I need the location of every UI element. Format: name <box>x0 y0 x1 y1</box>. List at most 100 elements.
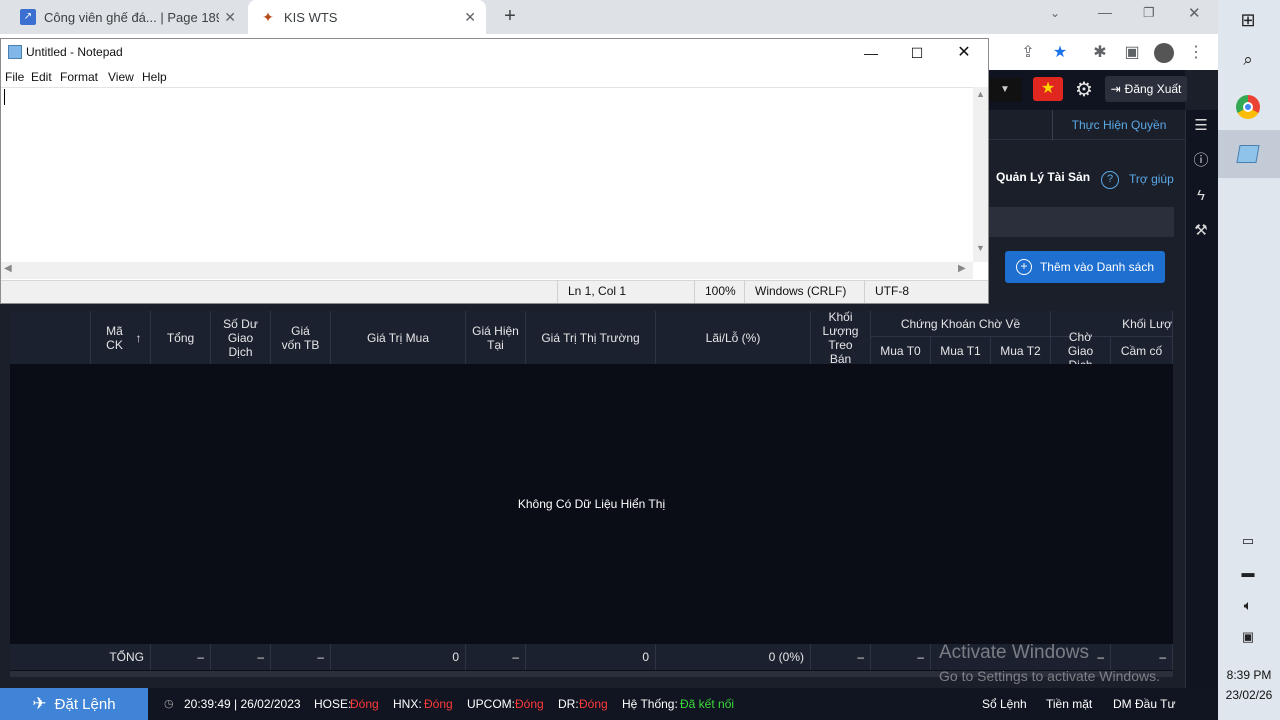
encoding: UTF-8 <box>864 280 974 303</box>
footer-mua-t0: – <box>871 644 931 670</box>
upcom-status: Đóng <box>515 697 544 711</box>
text-caret <box>4 89 5 105</box>
runner-icon: ✈ <box>32 694 47 713</box>
notepad-icon[interactable] <box>1233 140 1263 170</box>
battery-icon[interactable]: ▭ <box>1233 526 1263 556</box>
order-book-link[interactable]: Sổ Lệnh <box>982 688 1027 720</box>
chrome-icon[interactable] <box>1233 92 1263 122</box>
close-window-icon[interactable]: ✕ <box>1188 4 1201 22</box>
lightning-icon[interactable]: ϟ <box>1190 185 1212 207</box>
minimize-icon[interactable]: — <box>848 40 894 66</box>
browser-tab-kis[interactable]: ✦ KIS WTS ✕ <box>248 0 486 34</box>
scroll-down-icon[interactable]: ▼ <box>973 243 988 253</box>
scroll-right-icon[interactable]: ▶ <box>958 263 966 274</box>
col-cho-giao-dich: Chờ Giao Dịch <box>1051 330 1111 372</box>
gavel-icon[interactable]: ⚒ <box>1190 220 1212 242</box>
list-icon[interactable]: ☰ <box>1190 115 1212 137</box>
col-gia-hien-tai: Giá Hiện Tại <box>466 311 526 364</box>
col-gia-von: Giá vốn TB <box>271 311 331 364</box>
asset-management-link[interactable]: Quản Lý Tài Sản <box>996 170 1090 184</box>
panel-strip <box>988 207 1174 237</box>
line-ending: Windows (CRLF) <box>744 280 864 303</box>
extensions-icon[interactable]: ✱ <box>1090 43 1110 63</box>
menu-format[interactable]: Format <box>60 70 98 84</box>
horizontal-scrollbar[interactable]: ◀ ▶ <box>1 262 973 279</box>
cash-link[interactable]: Tiền mặt <box>1046 688 1092 720</box>
info-icon[interactable]: ⓘ <box>1190 150 1212 172</box>
col-gia-tri-thi-truong: Giá Trị Thị Trường <box>526 311 656 364</box>
sort-up-icon[interactable]: ↑ <box>136 331 142 345</box>
chevron-down-icon[interactable]: ▼ <box>988 78 1022 102</box>
status-bar <box>0 688 1218 720</box>
close-icon[interactable]: ✕ <box>224 9 236 26</box>
col-mua-t0: Mua T0 <box>871 337 931 364</box>
place-order-label: Đặt Lệnh <box>54 695 116 713</box>
zoom-level: 100% <box>694 280 744 303</box>
tab-title: KIS WTS <box>284 9 338 25</box>
notepad-icon <box>8 45 22 59</box>
add-to-list-label: Thêm vào Danh sách <box>1039 260 1155 274</box>
browser-tab-forum[interactable]: ↗ Công viên ghế đá... | Page 189 | D ✕ <box>8 0 246 34</box>
menu-edit[interactable]: Edit <box>31 70 52 84</box>
logout-button[interactable]: ⇥ Đăng Xuất <box>1105 76 1187 102</box>
vertical-scrollbar[interactable]: ▲ ▼ <box>973 87 988 262</box>
menu-view[interactable]: View <box>108 70 134 84</box>
logout-label: Đăng Xuất <box>1124 82 1182 96</box>
share-icon[interactable]: ⇪ <box>1018 43 1038 63</box>
bookmark-star-icon[interactable]: ★ <box>1050 43 1070 63</box>
footer-gia-von: – <box>271 644 331 670</box>
chart-icon: ↗ <box>20 9 36 25</box>
close-icon[interactable]: ✕ <box>941 40 987 66</box>
footer-lai-lo: 0 (0%) <box>656 644 811 670</box>
profile-avatar[interactable] <box>1154 43 1174 63</box>
windows-start-icon[interactable]: ⊞ <box>1233 5 1263 35</box>
menu-help[interactable]: Help <box>142 70 167 84</box>
network-icon[interactable]: ▣ <box>1233 622 1263 652</box>
chevron-down-icon[interactable]: ⌄ <box>1050 6 1060 20</box>
more-menu-icon[interactable]: ⋮ <box>1186 43 1206 63</box>
dr-label: DR: <box>558 697 579 711</box>
place-order-button[interactable]: ✈ Đặt Lệnh <box>0 688 148 720</box>
gear-icon[interactable]: ⚙ <box>1072 78 1096 102</box>
hnx-label: HNX: <box>393 697 422 711</box>
maximize-icon[interactable]: ☐ <box>894 40 940 66</box>
volume-icon[interactable]: 🔈︎ <box>1233 590 1263 620</box>
minimize-icon[interactable]: — <box>1098 4 1112 20</box>
col-so-du: Số Dư Giao Dịch <box>211 311 271 364</box>
vietnam-flag-icon[interactable]: ★ <box>1033 77 1063 101</box>
plus-circle-icon: + <box>1015 259 1032 275</box>
footer-tong: – <box>151 644 211 670</box>
footer-so-du: – <box>211 644 271 670</box>
system-label: Hệ Thống: <box>622 697 678 711</box>
empty-text: Không Có Dữ Liệu Hiển Thị <box>517 497 666 511</box>
close-icon[interactable]: ✕ <box>464 9 476 26</box>
restore-icon[interactable]: ❐ <box>1143 5 1155 21</box>
dr-status: Đóng <box>579 697 608 711</box>
taskbar-date[interactable]: 23/02/26 <box>1218 688 1280 702</box>
col-lai-lo: Lãi/Lỗ (%) <box>656 311 811 364</box>
notepad-text-area[interactable] <box>1 87 974 262</box>
col-blank <box>10 311 91 364</box>
add-to-list-button[interactable]: + Thêm vào Danh sách <box>1005 251 1165 283</box>
portfolio-link[interactable]: DM Đầu Tư <box>1113 688 1176 720</box>
scroll-up-icon[interactable]: ▲ <box>973 89 988 99</box>
footer-kl-treo-ban: – <box>811 644 871 670</box>
help-link[interactable]: Trợ giúp <box>1129 172 1174 186</box>
menu-file[interactable]: File <box>5 70 24 84</box>
hose-status: Đóng <box>350 697 379 711</box>
footer-cam-co: – <box>1111 644 1173 670</box>
col-group-ck-cho-ve: Chứng Khoán Chờ Về <box>871 311 1051 337</box>
logout-icon: ⇥ <box>1110 82 1121 96</box>
tab-thuc-hien-quyen[interactable]: Thực Hiện Quyền <box>1052 110 1185 140</box>
display-icon[interactable]: ▬ <box>1233 558 1263 588</box>
col-kl-treo-ban: Khối Lượng Treo Bán <box>811 310 871 366</box>
scroll-left-icon[interactable]: ◀ <box>4 263 12 274</box>
col-mua-t2: Mua T2 <box>991 337 1051 364</box>
new-tab-button[interactable]: + <box>500 4 520 28</box>
col-ma-ck[interactable]: Mã CK ↑ <box>91 311 151 364</box>
help-icon[interactable]: ? <box>1101 171 1119 189</box>
side-panel-icon[interactable]: ▣ <box>1122 43 1142 63</box>
tab-title: Công viên ghế đá... | Page 189 | D <box>44 9 219 25</box>
search-icon[interactable]: ⌕ <box>1233 45 1263 75</box>
taskbar-time[interactable]: 8:39 PM <box>1218 668 1280 682</box>
